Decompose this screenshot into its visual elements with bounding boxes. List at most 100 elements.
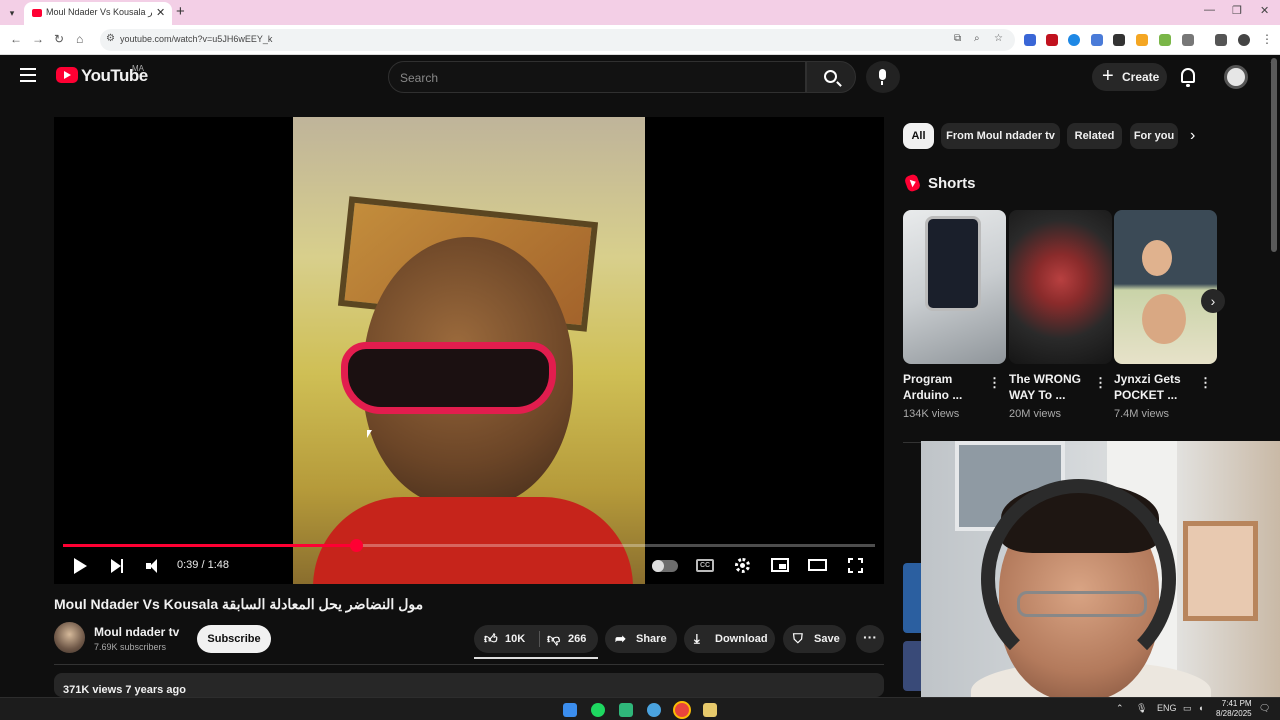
streamer-face-image (1142, 240, 1172, 276)
clock-date: 8/28/2025 (1216, 709, 1252, 718)
search-button[interactable] (806, 61, 856, 93)
short-thumbnail[interactable] (1114, 210, 1217, 364)
tray-overflow-chevron-icon[interactable]: ⌃ (1116, 703, 1124, 714)
search-input[interactable]: Search (388, 61, 806, 93)
restore-button[interactable]: ❐ (1232, 4, 1242, 17)
short-thumbnail[interactable] (1009, 210, 1112, 364)
media-controls-icon[interactable] (1215, 34, 1227, 46)
autoplay-toggle[interactable] (652, 560, 678, 572)
app-icon[interactable] (619, 703, 633, 717)
subscribe-button[interactable]: Subscribe (197, 625, 271, 653)
back-icon[interactable]: ← (10, 32, 22, 46)
short-title[interactable]: Jynxzi Gets POCKET ... (1114, 371, 1194, 403)
account-avatar[interactable] (1224, 65, 1248, 89)
tab-close-button[interactable]: ✕ (156, 6, 165, 19)
browser-menu-icon[interactable]: ⋮ (1261, 32, 1273, 46)
file-icon[interactable] (703, 703, 717, 717)
chip-all[interactable]: All (903, 123, 934, 149)
short-menu-icon[interactable]: ⋮ (1094, 375, 1107, 391)
description-box[interactable]: 371K views 7 years ago (54, 673, 884, 697)
like-thumb-icon[interactable]: 👍︎ (484, 631, 498, 647)
volume-icon[interactable] (146, 559, 161, 573)
voice-search-button[interactable] (866, 61, 900, 93)
extensions-puzzle-icon[interactable] (1182, 34, 1194, 46)
profile-icon[interactable] (1238, 34, 1250, 46)
save-button[interactable]: ⛉ Save (783, 625, 846, 653)
notifications-bell-icon[interactable] (1181, 68, 1195, 87)
dislike-thumb-icon[interactable]: 👎︎ (547, 631, 560, 647)
forward-icon[interactable]: → (32, 32, 44, 46)
theater-mode-icon[interactable] (808, 559, 827, 571)
install-app-icon[interactable]: ⧉ (954, 33, 961, 44)
channel-name[interactable]: Moul ndader tv (94, 625, 179, 639)
next-video-icon[interactable] (111, 559, 121, 573)
more-actions-button[interactable]: ··· (856, 625, 884, 653)
tab-search-icon[interactable]: ▾ (4, 5, 20, 21)
extension-icon[interactable] (1068, 34, 1080, 46)
progress-bar[interactable] (63, 539, 875, 552)
share-button[interactable]: ➦ Share (605, 625, 677, 653)
chip-from-channel[interactable]: From Moul ndader tv (941, 123, 1060, 149)
bookmark-star-icon[interactable]: ☆ (994, 33, 1003, 44)
microphone-tray-icon[interactable]: 🎙︎ (1136, 703, 1147, 714)
reload-icon[interactable]: ↻ (54, 32, 64, 46)
short-menu-icon[interactable]: ⋮ (988, 375, 1001, 391)
create-button[interactable]: + Create (1092, 63, 1167, 91)
address-url: youtube.com/watch?v=u5JH6wEEY_k (120, 34, 273, 44)
extension-icon[interactable] (1113, 34, 1125, 46)
site-info-icon[interactable]: ⚙ (106, 33, 115, 44)
like-count[interactable]: 10K (505, 633, 525, 645)
subtitles-cc-icon[interactable]: CC (696, 559, 714, 572)
recommended-thumbnail-peek[interactable] (903, 563, 923, 633)
video-frame[interactable] (293, 117, 645, 584)
chips-next-chevron-icon[interactable]: › (1190, 127, 1195, 145)
download-button[interactable]: ⤓ Download (684, 625, 775, 653)
home-icon[interactable]: ⌂ (76, 32, 83, 46)
short-title[interactable]: The WRONG WAY To ... (1009, 371, 1089, 403)
extension-icon[interactable] (1046, 34, 1058, 46)
short-title[interactable]: Program Arduino ... (903, 371, 983, 403)
zoom-icon[interactable]: ⌕ (974, 33, 980, 44)
extension-icon[interactable] (1091, 34, 1103, 46)
new-tab-button[interactable]: + (176, 3, 185, 20)
short-thumbnail[interactable] (903, 210, 1006, 364)
language-indicator[interactable]: ENG (1157, 703, 1177, 713)
extension-icon[interactable] (1159, 34, 1171, 46)
edge-browser-icon[interactable] (647, 703, 661, 717)
chip-related[interactable]: Related (1067, 123, 1122, 149)
youtube-logo-icon[interactable] (56, 67, 78, 83)
recommended-thumbnail-peek[interactable] (903, 641, 923, 691)
spotify-icon[interactable] (591, 703, 605, 717)
network-icon[interactable]: ▭ (1183, 703, 1192, 714)
scrollbar-thumb[interactable] (1271, 58, 1277, 252)
system-clock[interactable]: 7:41 PM 8/28/2025 (1216, 699, 1252, 719)
short-menu-icon[interactable]: ⋮ (1199, 375, 1212, 391)
speaker-icon[interactable]: ◖ (1198, 703, 1203, 713)
streamer-face-image (1142, 294, 1186, 344)
dislike-count[interactable]: 266 (568, 633, 586, 645)
extension-icon[interactable] (1136, 34, 1148, 46)
video-player[interactable]: 0:39 / 1:48 CC (54, 117, 884, 584)
divider (54, 664, 884, 665)
subscriber-count: 7.69K subscribers (94, 642, 167, 652)
channel-avatar[interactable] (54, 622, 85, 653)
hamburger-menu-icon[interactable] (20, 68, 36, 86)
browser-tab-strip: ▾ Moul Ndader Vs Kousala مول النضاضر ✕ +… (0, 0, 1280, 25)
windows-taskbar: ⌃ 🎙︎ ENG ▭ ◖ 7:41 PM 8/28/2025 🗨︎ (0, 697, 1280, 720)
chip-for-you[interactable]: For you (1130, 123, 1178, 149)
download-icon: ⤓ (694, 631, 700, 646)
address-bar[interactable]: ⚙ youtube.com/watch?v=u5JH6wEEY_k ⧉ ⌕ ☆ (100, 29, 1015, 51)
start-windows-icon[interactable] (563, 703, 577, 717)
miniplayer-icon[interactable] (771, 558, 789, 572)
browser-tab[interactable]: Moul Ndader Vs Kousala مول النضاضر ✕ (24, 2, 172, 25)
settings-gear-icon[interactable] (735, 558, 750, 573)
fullscreen-icon[interactable] (848, 558, 863, 573)
extension-icon[interactable] (1024, 34, 1036, 46)
like-divider (539, 631, 540, 647)
close-window-button[interactable]: ✕ (1260, 4, 1269, 17)
notification-center-icon[interactable]: 🗨︎ (1259, 703, 1270, 714)
shorts-next-chevron-icon[interactable]: › (1201, 289, 1225, 313)
chrome-browser-icon[interactable] (675, 703, 689, 717)
minimize-button[interactable]: — (1204, 4, 1215, 16)
play-icon[interactable] (74, 558, 87, 574)
